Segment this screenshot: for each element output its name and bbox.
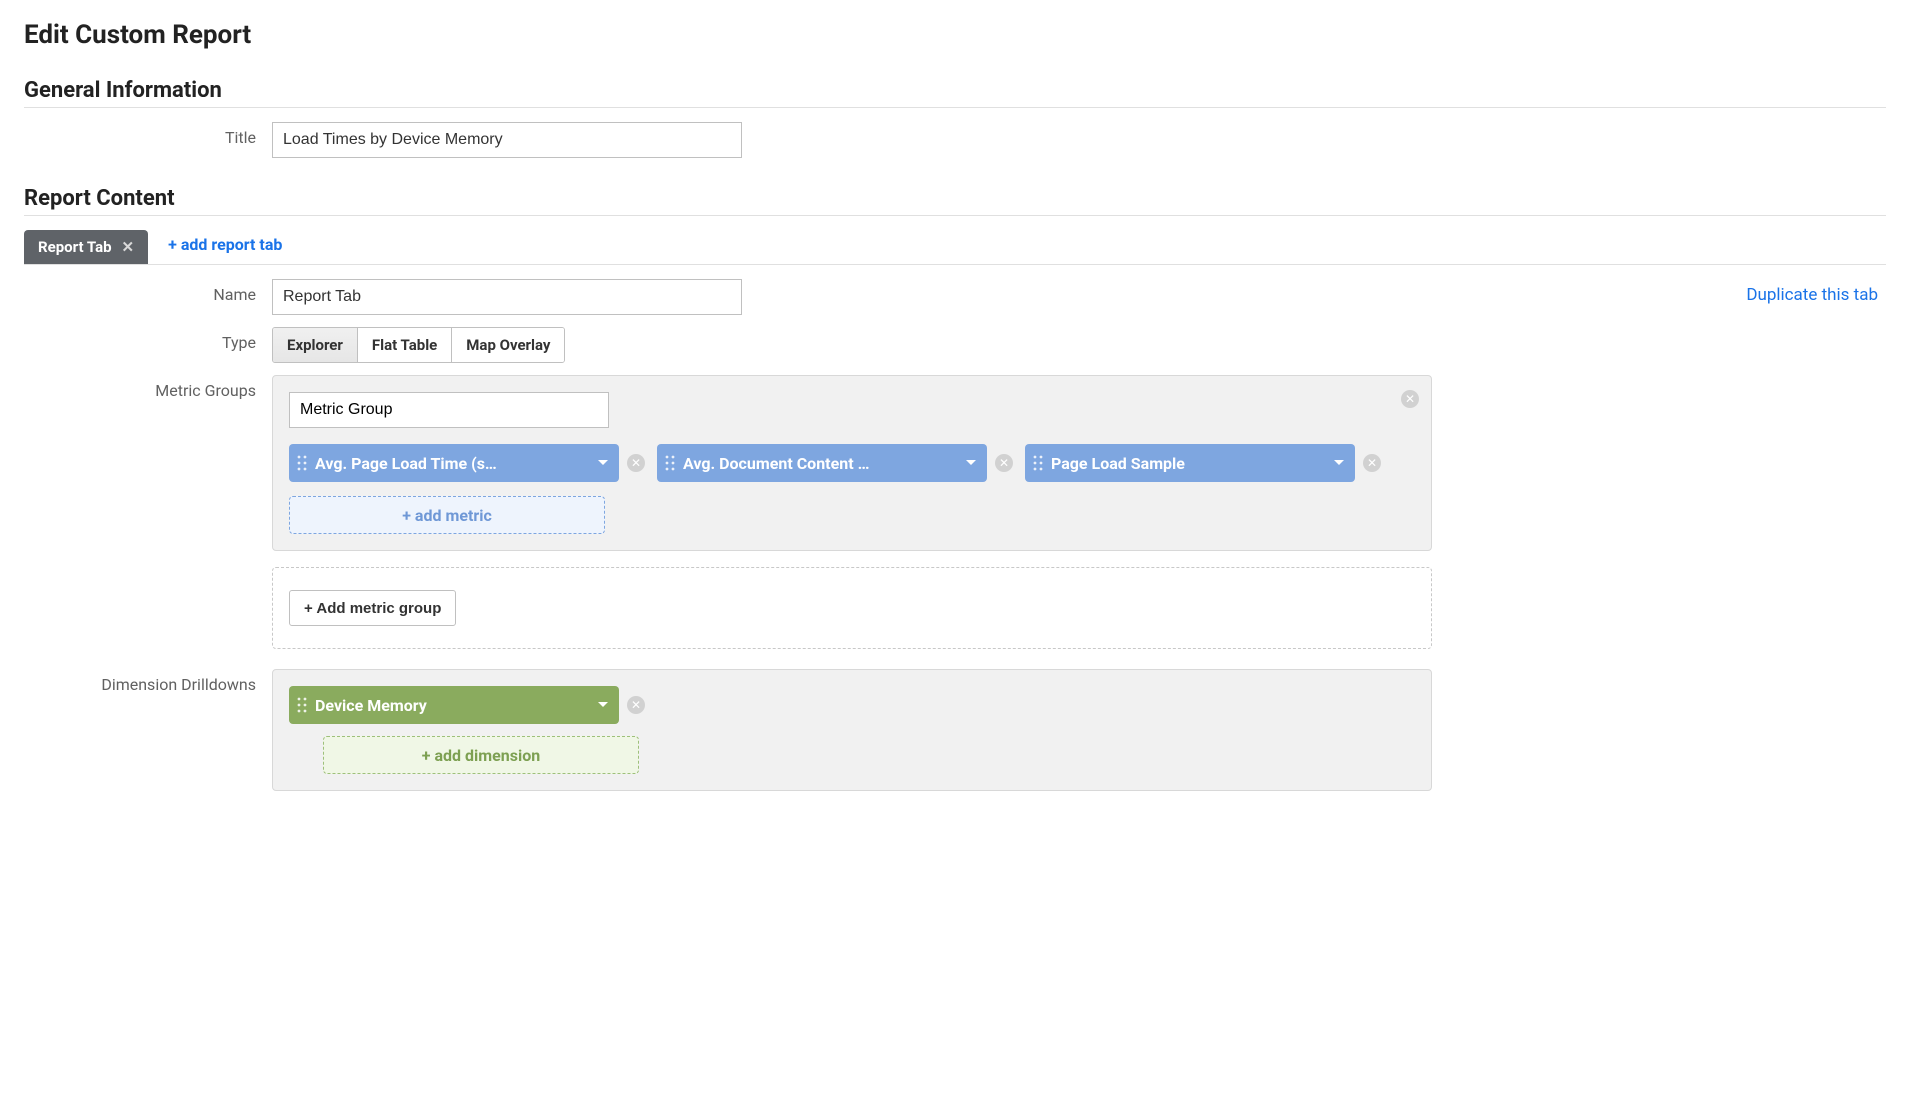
metric-group-panel: ✕ Avg. Page Load Time (s… [272, 375, 1432, 551]
remove-metric-icon[interactable]: ✕ [995, 454, 1013, 472]
type-option-flat-table[interactable]: Flat Table [358, 328, 452, 362]
type-option-map-overlay[interactable]: Map Overlay [452, 328, 564, 362]
heading-general-information: General Information [24, 78, 1886, 108]
label-type: Type [24, 327, 272, 352]
dimension-chip-label: Device Memory [315, 696, 427, 715]
metric-chip-page-load-sample[interactable]: Page Load Sample [1025, 444, 1355, 482]
metric-chip-label: Page Load Sample [1051, 454, 1185, 473]
metric-chip-avg-page-load-time[interactable]: Avg. Page Load Time (s… [289, 444, 619, 482]
dimension-chip-device-memory[interactable]: Device Memory [289, 686, 619, 724]
chevron-down-icon [587, 701, 609, 709]
add-dimension-label: + add dimension [422, 746, 540, 765]
metric-chip-label: Avg. Page Load Time (s… [315, 454, 497, 473]
drag-icon[interactable] [1033, 455, 1043, 471]
tab-label: Report Tab [38, 238, 112, 256]
metric-chip-label: Avg. Document Content … [683, 454, 869, 473]
remove-metric-group-icon[interactable]: ✕ [1401, 390, 1419, 408]
add-metric-label: + add metric [402, 506, 492, 525]
tab-report-tab[interactable]: Report Tab ✕ [24, 230, 148, 264]
dimension-drilldowns-panel: Device Memory ✕ + add dimension [272, 669, 1432, 791]
add-report-tab-link[interactable]: + add report tab [168, 235, 282, 260]
label-dimension-drilldowns: Dimension Drilldowns [24, 669, 272, 694]
type-option-explorer[interactable]: Explorer [273, 328, 358, 362]
add-metric-group-panel: + Add metric group [272, 567, 1432, 649]
drag-icon[interactable] [665, 455, 675, 471]
chevron-down-icon [1323, 459, 1345, 467]
add-metric-button[interactable]: + add metric [289, 496, 605, 534]
duplicate-tab-link[interactable]: Duplicate this tab [1746, 285, 1878, 305]
add-dimension-button[interactable]: + add dimension [323, 736, 639, 774]
chevron-down-icon [955, 459, 977, 467]
metric-chip-avg-document-content[interactable]: Avg. Document Content … [657, 444, 987, 482]
section-general: General Information Title [24, 78, 1886, 158]
type-toggle: Explorer Flat Table Map Overlay [272, 327, 565, 363]
page-title: Edit Custom Report [24, 20, 1886, 50]
add-metric-group-button[interactable]: + Add metric group [289, 590, 456, 626]
chevron-down-icon [587, 459, 609, 467]
close-icon[interactable]: ✕ [122, 238, 135, 256]
label-title: Title [24, 122, 272, 147]
section-report-content: Report Content Report Tab ✕ + add report… [24, 186, 1886, 791]
input-metric-group-name[interactable] [289, 392, 609, 428]
remove-metric-icon[interactable]: ✕ [1363, 454, 1381, 472]
remove-metric-icon[interactable]: ✕ [627, 454, 645, 472]
heading-report-content: Report Content [24, 186, 1886, 216]
label-name: Name [24, 279, 272, 304]
drag-icon[interactable] [297, 697, 307, 713]
label-metric-groups: Metric Groups [24, 375, 272, 400]
input-title[interactable] [272, 122, 742, 158]
drag-icon[interactable] [297, 455, 307, 471]
remove-dimension-icon[interactable]: ✕ [627, 696, 645, 714]
add-metric-group-label: + Add metric group [304, 600, 441, 617]
input-name[interactable] [272, 279, 742, 315]
